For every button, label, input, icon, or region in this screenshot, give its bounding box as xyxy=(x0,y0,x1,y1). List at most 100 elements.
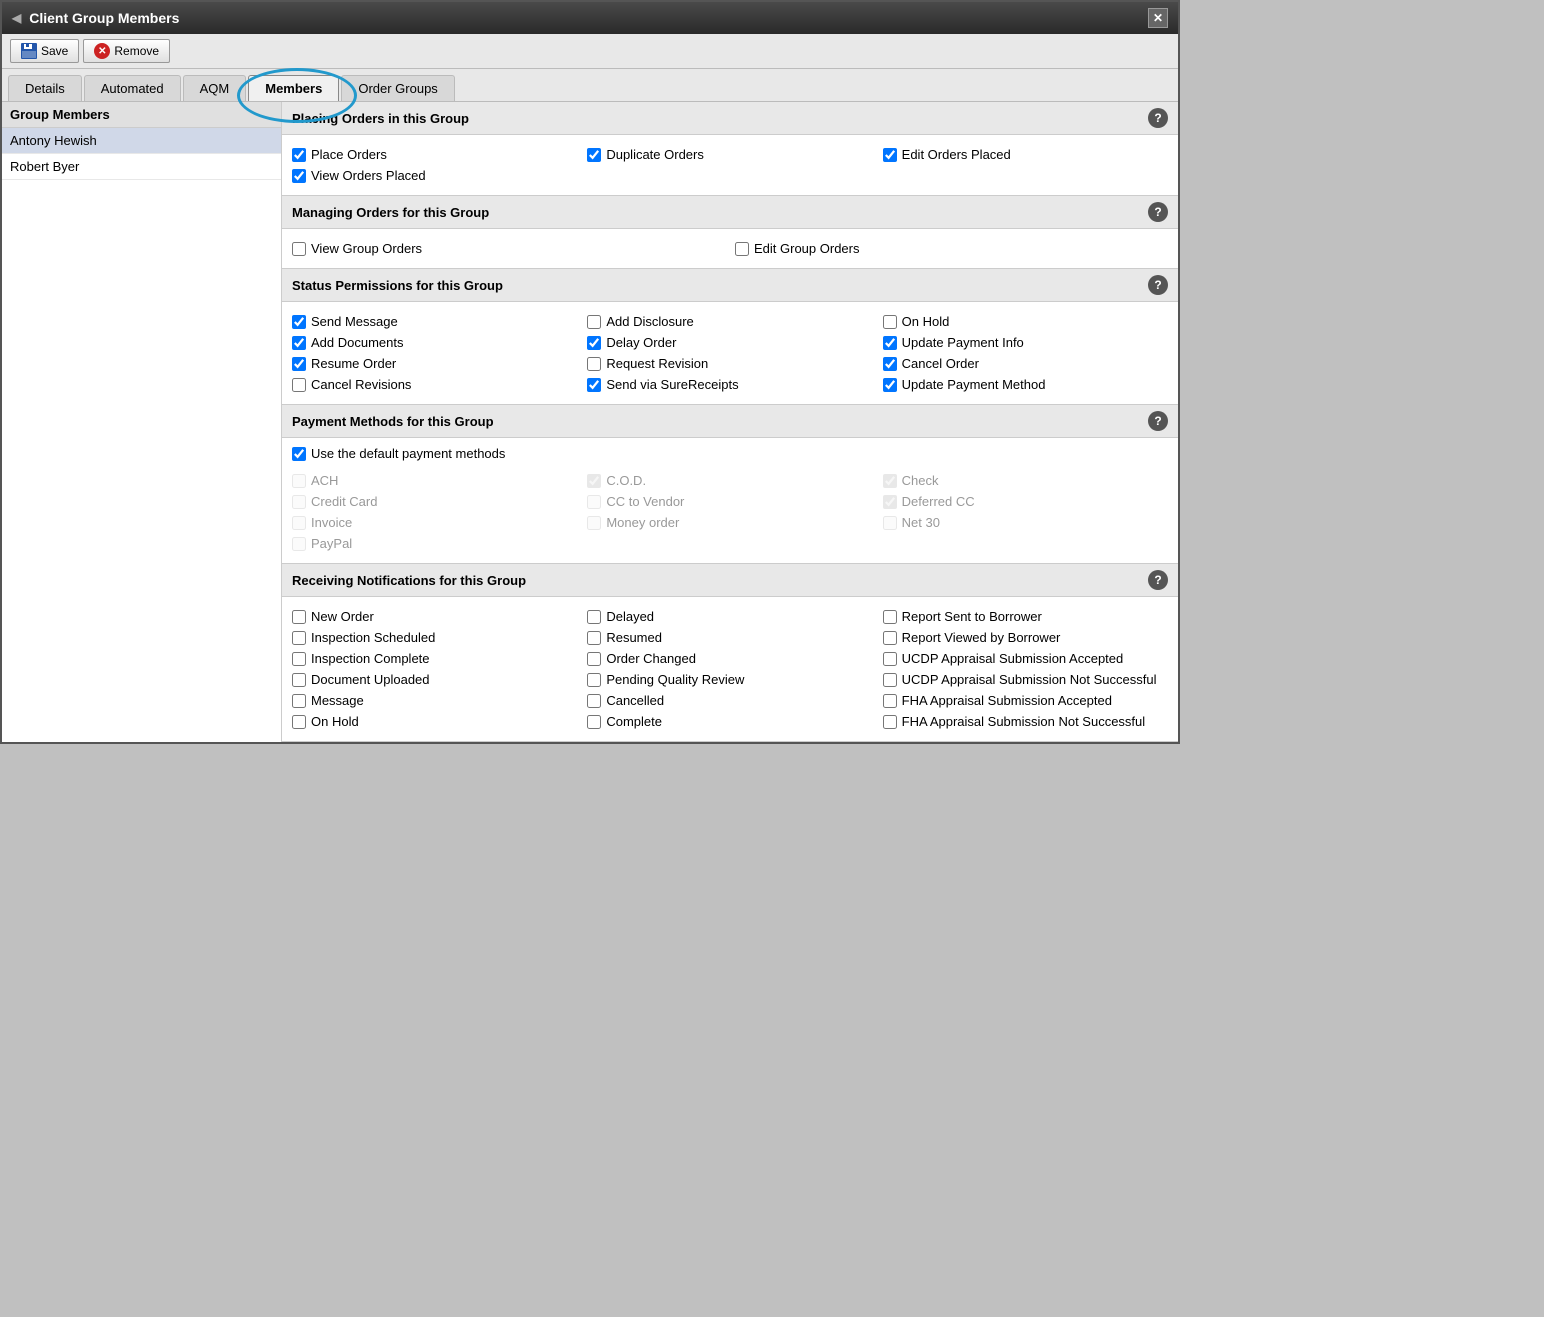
left-panel: Group Members Antony Hewish Robert Byer xyxy=(2,102,282,742)
window-title: Client Group Members xyxy=(29,10,179,26)
place-orders-checkbox[interactable] xyxy=(292,148,306,162)
paypal-checkbox[interactable] xyxy=(292,537,306,551)
status-permissions-grid: Send Message Add Disclosure On Hold xyxy=(292,310,1168,396)
resume-order-checkbox[interactable] xyxy=(292,357,306,371)
cc-to-vendor-checkbox[interactable] xyxy=(587,495,601,509)
checkbox-duplicate-orders: Duplicate Orders xyxy=(587,147,872,162)
tabs-bar: Details Automated AQM Members Order Grou… xyxy=(2,69,1178,102)
fha-not-successful-checkbox[interactable] xyxy=(883,715,897,729)
remove-label: Remove xyxy=(114,44,159,58)
back-arrow-icon[interactable]: ◀ xyxy=(12,11,21,25)
checkbox-delayed: Delayed xyxy=(587,609,872,624)
request-revision-checkbox[interactable] xyxy=(587,357,601,371)
checkbox-resume-order: Resume Order xyxy=(292,356,577,371)
payment-methods-grid: ACH C.O.D. Check Credit Card xyxy=(292,469,1168,555)
view-orders-placed-checkbox[interactable] xyxy=(292,169,306,183)
fha-accepted-checkbox[interactable] xyxy=(883,694,897,708)
payment-methods-header: Payment Methods for this Group ? xyxy=(282,405,1178,438)
add-documents-checkbox[interactable] xyxy=(292,336,306,350)
main-content: Group Members Antony Hewish Robert Byer … xyxy=(2,102,1178,742)
managing-orders-header: Managing Orders for this Group ? xyxy=(282,196,1178,229)
cod-checkbox[interactable] xyxy=(587,474,601,488)
update-payment-method-checkbox[interactable] xyxy=(883,378,897,392)
checkbox-update-payment-method: Update Payment Method xyxy=(883,377,1168,392)
deferred-cc-checkbox[interactable] xyxy=(883,495,897,509)
group-members-header: Group Members xyxy=(2,102,281,128)
report-viewed-borrower-checkbox[interactable] xyxy=(883,631,897,645)
notifications-help-icon[interactable]: ? xyxy=(1148,570,1168,590)
checkbox-add-disclosure: Add Disclosure xyxy=(587,314,872,329)
checkbox-paypal: PayPal xyxy=(292,536,577,551)
ucdp-not-successful-checkbox[interactable] xyxy=(883,673,897,687)
cancel-order-checkbox[interactable] xyxy=(883,357,897,371)
credit-card-checkbox[interactable] xyxy=(292,495,306,509)
duplicate-orders-checkbox[interactable] xyxy=(587,148,601,162)
managing-orders-help-icon[interactable]: ? xyxy=(1148,202,1168,222)
checkbox-cancel-revisions: Cancel Revisions xyxy=(292,377,577,392)
check-checkbox[interactable] xyxy=(883,474,897,488)
complete-checkbox[interactable] xyxy=(587,715,601,729)
inspection-complete-checkbox[interactable] xyxy=(292,652,306,666)
checkbox-message: Message xyxy=(292,693,577,708)
send-message-checkbox[interactable] xyxy=(292,315,306,329)
close-button[interactable]: ✕ xyxy=(1148,8,1168,28)
checkbox-view-group-orders: View Group Orders xyxy=(292,241,725,256)
checkbox-check: Check xyxy=(883,473,1168,488)
add-disclosure-checkbox[interactable] xyxy=(587,315,601,329)
resumed-checkbox[interactable] xyxy=(587,631,601,645)
document-uploaded-checkbox[interactable] xyxy=(292,673,306,687)
checkbox-use-default-payment: Use the default payment methods xyxy=(292,446,1168,461)
delay-order-checkbox[interactable] xyxy=(587,336,601,350)
net-30-checkbox[interactable] xyxy=(883,516,897,530)
on-hold-checkbox[interactable] xyxy=(883,315,897,329)
remove-button[interactable]: ✕ Remove xyxy=(83,39,170,63)
placing-orders-grid: Place Orders Duplicate Orders Edit Order… xyxy=(292,143,1168,187)
order-changed-checkbox[interactable] xyxy=(587,652,601,666)
checkbox-report-viewed-borrower: Report Viewed by Borrower xyxy=(883,630,1168,645)
send-via-surereceipts-checkbox[interactable] xyxy=(587,378,601,392)
member-robert-byer[interactable]: Robert Byer xyxy=(2,154,281,180)
invoice-checkbox[interactable] xyxy=(292,516,306,530)
edit-orders-placed-checkbox[interactable] xyxy=(883,148,897,162)
status-permissions-help-icon[interactable]: ? xyxy=(1148,275,1168,295)
inspection-scheduled-checkbox[interactable] xyxy=(292,631,306,645)
payment-methods-help-icon[interactable]: ? xyxy=(1148,411,1168,431)
checkbox-inspection-complete: Inspection Complete xyxy=(292,651,577,666)
on-hold-notif-checkbox[interactable] xyxy=(292,715,306,729)
checkbox-new-order: New Order xyxy=(292,609,577,624)
title-bar: ◀ Client Group Members ✕ xyxy=(2,2,1178,34)
ach-checkbox[interactable] xyxy=(292,474,306,488)
save-button[interactable]: Save xyxy=(10,39,79,63)
checkbox-money-order: Money order xyxy=(587,515,872,530)
checkbox-on-hold-notif: On Hold xyxy=(292,714,577,729)
view-group-orders-checkbox[interactable] xyxy=(292,242,306,256)
delayed-checkbox[interactable] xyxy=(587,610,601,624)
pending-quality-review-checkbox[interactable] xyxy=(587,673,601,687)
save-label: Save xyxy=(41,44,68,58)
member-antony-hewish[interactable]: Antony Hewish xyxy=(2,128,281,154)
tab-members[interactable]: Members xyxy=(248,75,339,101)
checkbox-on-hold: On Hold xyxy=(883,314,1168,329)
money-order-checkbox[interactable] xyxy=(587,516,601,530)
ucdp-accepted-checkbox[interactable] xyxy=(883,652,897,666)
payment-methods-body: Use the default payment methods ACH C.O.… xyxy=(282,438,1178,563)
tab-order-groups[interactable]: Order Groups xyxy=(341,75,454,101)
checkbox-cod: C.O.D. xyxy=(587,473,872,488)
cancelled-checkbox[interactable] xyxy=(587,694,601,708)
update-payment-info-checkbox[interactable] xyxy=(883,336,897,350)
status-permissions-header: Status Permissions for this Group ? xyxy=(282,269,1178,302)
message-checkbox[interactable] xyxy=(292,694,306,708)
checkbox-credit-card: Credit Card xyxy=(292,494,577,509)
checkbox-inspection-scheduled: Inspection Scheduled xyxy=(292,630,577,645)
placing-orders-help-icon[interactable]: ? xyxy=(1148,108,1168,128)
use-default-payment-checkbox[interactable] xyxy=(292,447,306,461)
report-sent-borrower-checkbox[interactable] xyxy=(883,610,897,624)
edit-group-orders-checkbox[interactable] xyxy=(735,242,749,256)
status-permissions-body: Send Message Add Disclosure On Hold xyxy=(282,302,1178,404)
tab-automated[interactable]: Automated xyxy=(84,75,181,101)
cancel-revisions-checkbox[interactable] xyxy=(292,378,306,392)
tab-details[interactable]: Details xyxy=(8,75,82,101)
new-order-checkbox[interactable] xyxy=(292,610,306,624)
notifications-header: Receiving Notifications for this Group ? xyxy=(282,564,1178,597)
tab-aqm[interactable]: AQM xyxy=(183,75,247,101)
